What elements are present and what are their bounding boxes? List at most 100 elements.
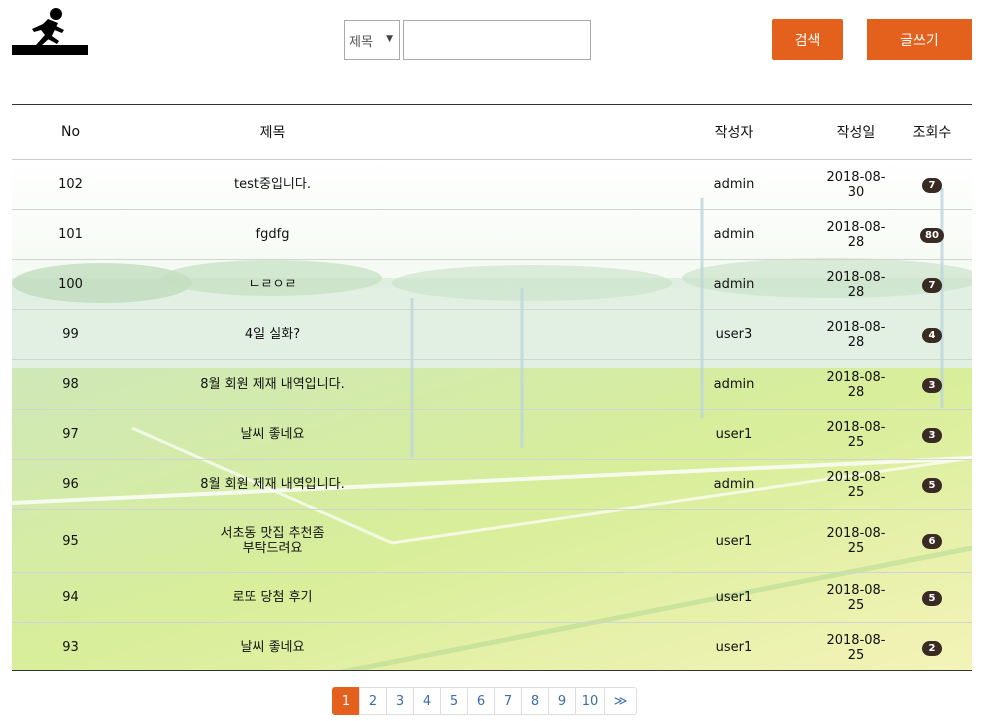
table-row[interactable]: 95 서초동 맛집 추천좀 부탁드려요 user1 2018-08-25 6 [12, 509, 972, 573]
row-views-cell: 6 [892, 509, 972, 573]
row-no: 99 [12, 309, 129, 360]
search-select-value: 제목 [349, 34, 373, 50]
row-writer: admin [648, 259, 820, 310]
table-row[interactable]: 99 4일 실화? user3 2018-08-28 4 [12, 309, 972, 360]
table-row[interactable]: 96 8월 회원 제재 내역입니다. admin 2018-08-25 5 [12, 459, 972, 510]
row-views-cell: 5 [892, 572, 972, 623]
search-input[interactable] [403, 20, 591, 60]
page-10-link[interactable]: 10 [575, 687, 605, 715]
row-spacer [416, 572, 648, 623]
row-no: 101 [12, 209, 129, 260]
row-spacer [416, 509, 648, 573]
board-list: No 제목 작성자 작성일 조회수 102 test중입니다. admin 20… [12, 104, 972, 671]
views-badge: 5 [922, 477, 942, 493]
row-writer: admin [648, 159, 820, 210]
row-views-cell: 3 [892, 359, 972, 410]
row-date: 2018-08-30 [820, 159, 892, 210]
header-writer: 작성자 [648, 105, 820, 160]
row-title-link[interactable]: test중입니다. [129, 159, 416, 210]
row-writer: user3 [648, 309, 820, 360]
views-badge: 3 [922, 427, 942, 443]
page-8-link[interactable]: 8 [521, 687, 549, 715]
page-9-link[interactable]: 9 [548, 687, 576, 715]
header-date: 작성일 [820, 105, 892, 160]
row-date: 2018-08-25 [820, 572, 892, 623]
row-writer: user1 [715, 640, 753, 655]
runner-logo-icon[interactable] [12, 8, 88, 58]
row-title-link[interactable]: 8월 회원 제재 내역입니다. [129, 459, 416, 510]
row-date: 2018-08-25 [820, 409, 892, 460]
row-writer: admin [648, 459, 820, 510]
row-no: 97 [12, 409, 129, 460]
row-title-link[interactable]: 로또 당첨 후기 [129, 572, 416, 623]
row-no: 93 [62, 640, 79, 655]
views-badge: 7 [922, 277, 942, 293]
table-row[interactable]: 94 로또 당첨 후기 user1 2018-08-25 5 [12, 572, 972, 623]
row-no: 96 [12, 459, 129, 510]
next-page-icon[interactable]: ≫ [604, 687, 637, 715]
search-field-select[interactable]: 제목 ▼ [344, 20, 400, 60]
page-1-link[interactable]: 1 [332, 687, 360, 715]
row-views-cell: 80 [892, 209, 972, 260]
views-badge: 3 [922, 377, 942, 393]
header-views: 조회수 [892, 105, 972, 160]
row-title-link[interactable]: 4일 실화? [129, 309, 416, 360]
row-writer: admin [648, 209, 820, 260]
search-button[interactable]: 검색 [772, 19, 843, 60]
page-2-link[interactable]: 2 [359, 687, 387, 715]
row-date: 2018-08-28 [820, 309, 892, 360]
table-row[interactable]: 100 ㄴㄹㅇㄹ admin 2018-08-28 7 [12, 259, 972, 310]
page-7-link[interactable]: 7 [494, 687, 522, 715]
table-row[interactable]: 93 날씨 좋네요 user1 2018-08-25 2 [12, 623, 972, 671]
row-views-cell: 5 [892, 459, 972, 510]
row-views-cell: 7 [892, 259, 972, 310]
row-no: 100 [12, 259, 129, 310]
row-date: 2018-08-25 [826, 632, 886, 663]
row-date: 2018-08-25 [820, 509, 892, 573]
row-no: 98 [12, 359, 129, 410]
row-date: 2018-08-25 [820, 459, 892, 510]
row-spacer [416, 259, 648, 310]
row-writer: user1 [648, 509, 820, 573]
views-badge: 6 [922, 534, 942, 549]
page-4-link[interactable]: 4 [413, 687, 441, 715]
row-spacer [416, 209, 648, 260]
row-writer: user1 [648, 572, 820, 623]
header-title: 제목 [129, 105, 416, 160]
pagination: 1 2 3 4 5 6 7 8 9 10 ≫ [332, 687, 637, 715]
row-views-cell: 4 [892, 309, 972, 360]
row-title-link[interactable]: ㄴㄹㅇㄹ [129, 259, 416, 310]
row-writer: user1 [648, 409, 820, 460]
row-title-link[interactable]: fgdfg [129, 209, 416, 260]
row-title-link[interactable]: 서초동 맛집 추천좀 부탁드려요 [129, 509, 416, 573]
page-6-link[interactable]: 6 [467, 687, 495, 715]
header-no: No [12, 105, 129, 160]
row-no: 102 [12, 159, 129, 210]
row-views-cell: 7 [892, 159, 972, 210]
views-badge: 4 [922, 327, 942, 343]
row-title-link[interactable]: 날씨 좋네요 [129, 623, 416, 671]
table-row[interactable]: 102 test중입니다. admin 2018-08-30 7 [12, 159, 972, 210]
table-row[interactable]: 98 8월 회원 제재 내역입니다. admin 2018-08-28 3 [12, 359, 972, 410]
row-spacer [416, 409, 648, 460]
views-badge: 80 [920, 227, 944, 243]
table-row[interactable]: 101 fgdfg admin 2018-08-28 80 [12, 209, 972, 260]
row-views-cell: 3 [892, 409, 972, 460]
row-writer: admin [648, 359, 820, 410]
row-date: 2018-08-28 [820, 259, 892, 310]
row-spacer [416, 309, 648, 360]
header-spacer [416, 105, 648, 160]
views-badge: 2 [922, 640, 942, 656]
triangle-down-icon: ▼ [386, 34, 393, 44]
page-5-link[interactable]: 5 [440, 687, 468, 715]
row-title-link[interactable]: 8월 회원 제재 내역입니다. [129, 359, 416, 410]
row-spacer [416, 359, 648, 410]
row-date: 2018-08-28 [820, 359, 892, 410]
page-3-link[interactable]: 3 [386, 687, 414, 715]
table-header-row: No 제목 작성자 작성일 조회수 [12, 105, 972, 160]
views-badge: 7 [922, 177, 942, 193]
write-button[interactable]: 글쓰기 [867, 19, 972, 60]
row-title-link[interactable]: 날씨 좋네요 [129, 409, 416, 460]
row-spacer [416, 159, 648, 210]
table-row[interactable]: 97 날씨 좋네요 user1 2018-08-25 3 [12, 409, 972, 460]
